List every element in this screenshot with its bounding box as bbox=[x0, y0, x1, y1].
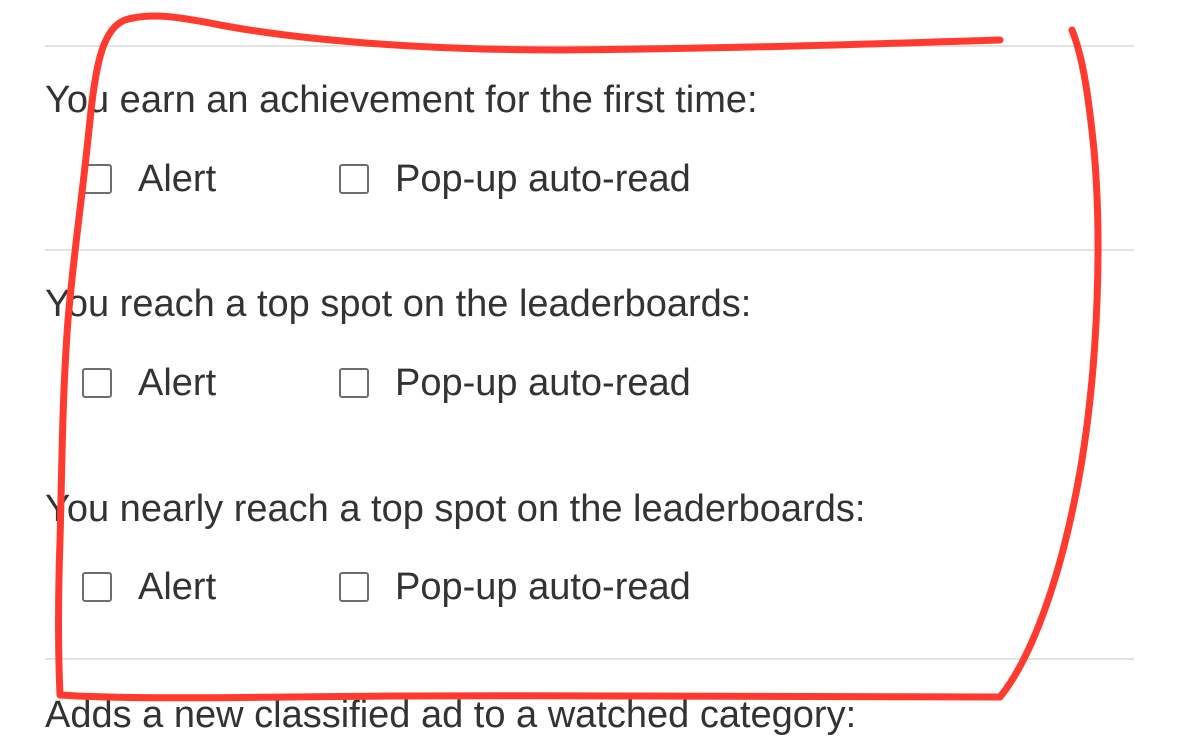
divider bbox=[45, 249, 1134, 251]
achievement-question: You earn an achievement for the first ti… bbox=[45, 79, 758, 121]
classified-ad-question: Adds a new classified ad to a watched ca… bbox=[45, 694, 857, 736]
achievement-popup-option[interactable]: Pop-up auto-read bbox=[339, 156, 691, 202]
divider bbox=[45, 658, 1134, 660]
near-top-spot-popup-option[interactable]: Pop-up auto-read bbox=[339, 564, 691, 610]
achievement-popup-checkbox[interactable] bbox=[339, 164, 369, 194]
near-top-spot-alert-checkbox[interactable] bbox=[82, 572, 112, 602]
top-spot-popup-checkbox[interactable] bbox=[339, 368, 369, 398]
achievement-alert-label: Alert bbox=[138, 158, 217, 200]
near-top-spot-popup-label: Pop-up auto-read bbox=[395, 566, 691, 608]
near-top-spot-question: You nearly reach a top spot on the leade… bbox=[45, 488, 866, 530]
achievement-alert-checkbox[interactable] bbox=[82, 164, 112, 194]
divider bbox=[45, 45, 1134, 47]
top-spot-question: You reach a top spot on the leaderboards… bbox=[45, 283, 752, 325]
achievement-alert-option[interactable]: Alert bbox=[82, 156, 216, 202]
top-spot-alert-option[interactable]: Alert bbox=[82, 360, 216, 406]
top-spot-alert-label: Alert bbox=[138, 362, 217, 404]
achievement-popup-label: Pop-up auto-read bbox=[395, 158, 691, 200]
near-top-spot-alert-label: Alert bbox=[138, 566, 217, 608]
top-spot-popup-option[interactable]: Pop-up auto-read bbox=[339, 360, 691, 406]
near-top-spot-alert-option[interactable]: Alert bbox=[82, 564, 216, 610]
top-spot-popup-label: Pop-up auto-read bbox=[395, 362, 691, 404]
near-top-spot-popup-checkbox[interactable] bbox=[339, 572, 369, 602]
top-spot-alert-checkbox[interactable] bbox=[82, 368, 112, 398]
